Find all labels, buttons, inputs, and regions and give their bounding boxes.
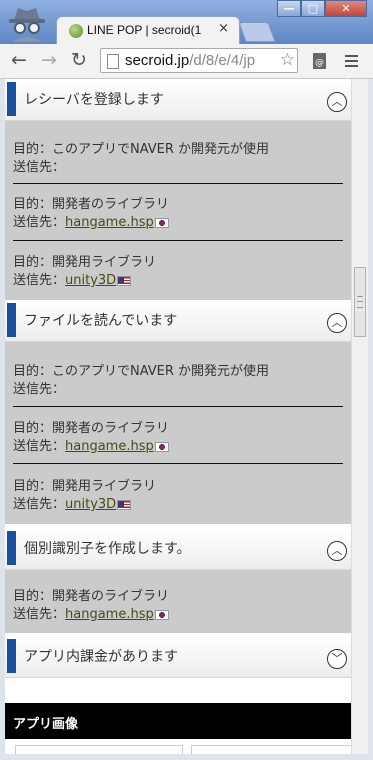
section-header-in-app-purchase[interactable]: アプリ内課金があります ﹀ bbox=[5, 636, 351, 678]
section-title: 個別識別子を作成します。 bbox=[24, 541, 191, 557]
section-accent bbox=[7, 303, 16, 337]
destination-label: 送信先： bbox=[13, 160, 66, 175]
window-controls: — □ ✕ bbox=[277, 0, 367, 18]
url-host: secroid.jp bbox=[125, 52, 190, 69]
tab-title: LINE POP | secroid(1 bbox=[87, 23, 202, 37]
purpose-text: 目的：このアプリでNAVER か開発元が使用 bbox=[13, 142, 270, 157]
destination-line: 送信先：unity3D bbox=[13, 269, 132, 288]
extension-icon[interactable]: @ bbox=[312, 52, 328, 70]
page-content: レシーバを登録します ︿ 目的：このアプリでNAVER か開発元が使用 送信先：… bbox=[5, 79, 351, 754]
destination-label: 送信先： bbox=[13, 439, 66, 454]
vertical-scrollbar[interactable] bbox=[351, 79, 368, 754]
divider bbox=[13, 183, 343, 184]
destination-label: 送信先： bbox=[13, 607, 66, 622]
screenshot-thumbnail[interactable] bbox=[191, 745, 351, 754]
title-bar: LINE POP | secroid(1 × — □ ✕ bbox=[0, 0, 373, 44]
browser-toolbar: ← → ↻ secroid.jp/d/8/e/4/jp ☆ @ bbox=[0, 44, 373, 79]
browser-tab[interactable]: LINE POP | secroid(1 × bbox=[56, 16, 240, 44]
purpose-text: 目的：開発用ライブラリ bbox=[13, 255, 157, 270]
section-body-register-receiver: 目的：このアプリでNAVER か開発元が使用 送信先： 目的：開発者のライブラリ… bbox=[5, 121, 351, 300]
collapse-icon[interactable]: ︿ bbox=[327, 313, 347, 333]
screenshot-thumbnail[interactable] bbox=[15, 745, 183, 754]
svg-text:@: @ bbox=[315, 58, 324, 68]
section-header-register-receiver[interactable]: レシーバを登録します ︿ bbox=[5, 79, 351, 121]
divider bbox=[13, 406, 343, 407]
forward-arrow-icon[interactable]: → bbox=[38, 49, 60, 71]
destination-line: 送信先：hangame.hsp bbox=[13, 603, 169, 622]
destination-label: 送信先： bbox=[13, 273, 66, 288]
close-window-button[interactable]: ✕ bbox=[325, 0, 367, 17]
tab-favicon-icon bbox=[69, 24, 83, 38]
divider bbox=[13, 463, 343, 464]
maximize-button[interactable]: □ bbox=[301, 0, 325, 17]
app-images-header: アプリ画像 bbox=[5, 703, 351, 739]
destination-label: 送信先： bbox=[13, 215, 66, 230]
korea-flag-icon bbox=[154, 217, 169, 228]
app-images-label: アプリ画像 bbox=[13, 717, 79, 732]
app-images-strip bbox=[5, 739, 351, 754]
destination-link[interactable]: hangame.hsp bbox=[65, 439, 154, 454]
destination-line: 送信先：unity3D bbox=[13, 493, 132, 512]
korea-flag-icon bbox=[154, 441, 169, 452]
section-title: レシーバを登録します bbox=[24, 92, 164, 108]
bookmark-star-icon[interactable]: ☆ bbox=[280, 50, 295, 70]
section-accent bbox=[7, 531, 16, 565]
collapse-icon[interactable]: ︿ bbox=[327, 541, 347, 561]
purpose-text: 目的：開発者のライブラリ bbox=[13, 589, 170, 604]
page-icon bbox=[107, 54, 119, 69]
usa-flag-icon bbox=[117, 499, 132, 510]
korea-flag-icon bbox=[154, 609, 169, 620]
usa-flag-icon bbox=[117, 275, 132, 286]
menu-icon[interactable] bbox=[344, 53, 360, 68]
section-body-create-identifier: 目的：開発者のライブラリ 送信先：hangame.hsp bbox=[5, 570, 351, 633]
section-accent bbox=[7, 82, 16, 116]
destination-line: 送信先： bbox=[13, 156, 65, 175]
url-text[interactable]: secroid.jp/d/8/e/4/jp bbox=[125, 52, 275, 69]
tab-close-icon[interactable]: × bbox=[218, 21, 229, 36]
address-bar[interactable]: secroid.jp/d/8/e/4/jp ☆ bbox=[100, 48, 298, 73]
new-tab-button[interactable] bbox=[238, 22, 276, 42]
scrollbar-grip-icon bbox=[357, 296, 363, 308]
section-title: アプリ内課金があります bbox=[24, 649, 178, 665]
destination-link[interactable]: unity3D bbox=[65, 273, 116, 288]
purpose-text: 目的：このアプリでNAVER か開発元が使用 bbox=[13, 364, 270, 379]
purpose-text: 目的：開発者のライブラリ bbox=[13, 197, 170, 212]
section-accent bbox=[7, 639, 16, 673]
destination-line: 送信先： bbox=[13, 378, 65, 397]
destination-line: 送信先：hangame.hsp bbox=[13, 211, 169, 230]
reload-icon[interactable]: ↻ bbox=[68, 49, 90, 71]
scrollbar-thumb[interactable] bbox=[354, 267, 366, 337]
purpose-text: 目的：開発用ライブラリ bbox=[13, 479, 157, 494]
destination-link[interactable]: hangame.hsp bbox=[65, 607, 154, 622]
destination-line: 送信先：hangame.hsp bbox=[13, 435, 169, 454]
destination-label: 送信先： bbox=[13, 382, 66, 397]
destination-label: 送信先： bbox=[13, 497, 66, 512]
expand-icon[interactable]: ﹀ bbox=[327, 649, 347, 669]
url-path: /d/8/e/4/jp bbox=[189, 52, 256, 69]
browser-window: LINE POP | secroid(1 × — □ ✕ ← → ↻ secro… bbox=[0, 0, 373, 760]
minimize-button[interactable]: — bbox=[277, 0, 301, 17]
destination-link[interactable]: unity3D bbox=[65, 497, 116, 512]
incognito-icon bbox=[9, 8, 45, 42]
section-header-read-files[interactable]: ファイルを読んでいます ︿ bbox=[5, 300, 351, 342]
back-arrow-icon[interactable]: ← bbox=[8, 49, 30, 71]
section-body-read-files: 目的：このアプリでNAVER か開発元が使用 送信先： 目的：開発者のライブラリ… bbox=[5, 342, 351, 524]
purpose-text: 目的：開発者のライブラリ bbox=[13, 421, 170, 436]
divider bbox=[13, 240, 343, 241]
destination-link[interactable]: hangame.hsp bbox=[65, 215, 154, 230]
section-header-create-identifier[interactable]: 個別識別子を作成します。 ︿ bbox=[5, 528, 351, 570]
collapse-icon[interactable]: ︿ bbox=[327, 92, 347, 112]
section-title: ファイルを読んでいます bbox=[24, 313, 178, 329]
